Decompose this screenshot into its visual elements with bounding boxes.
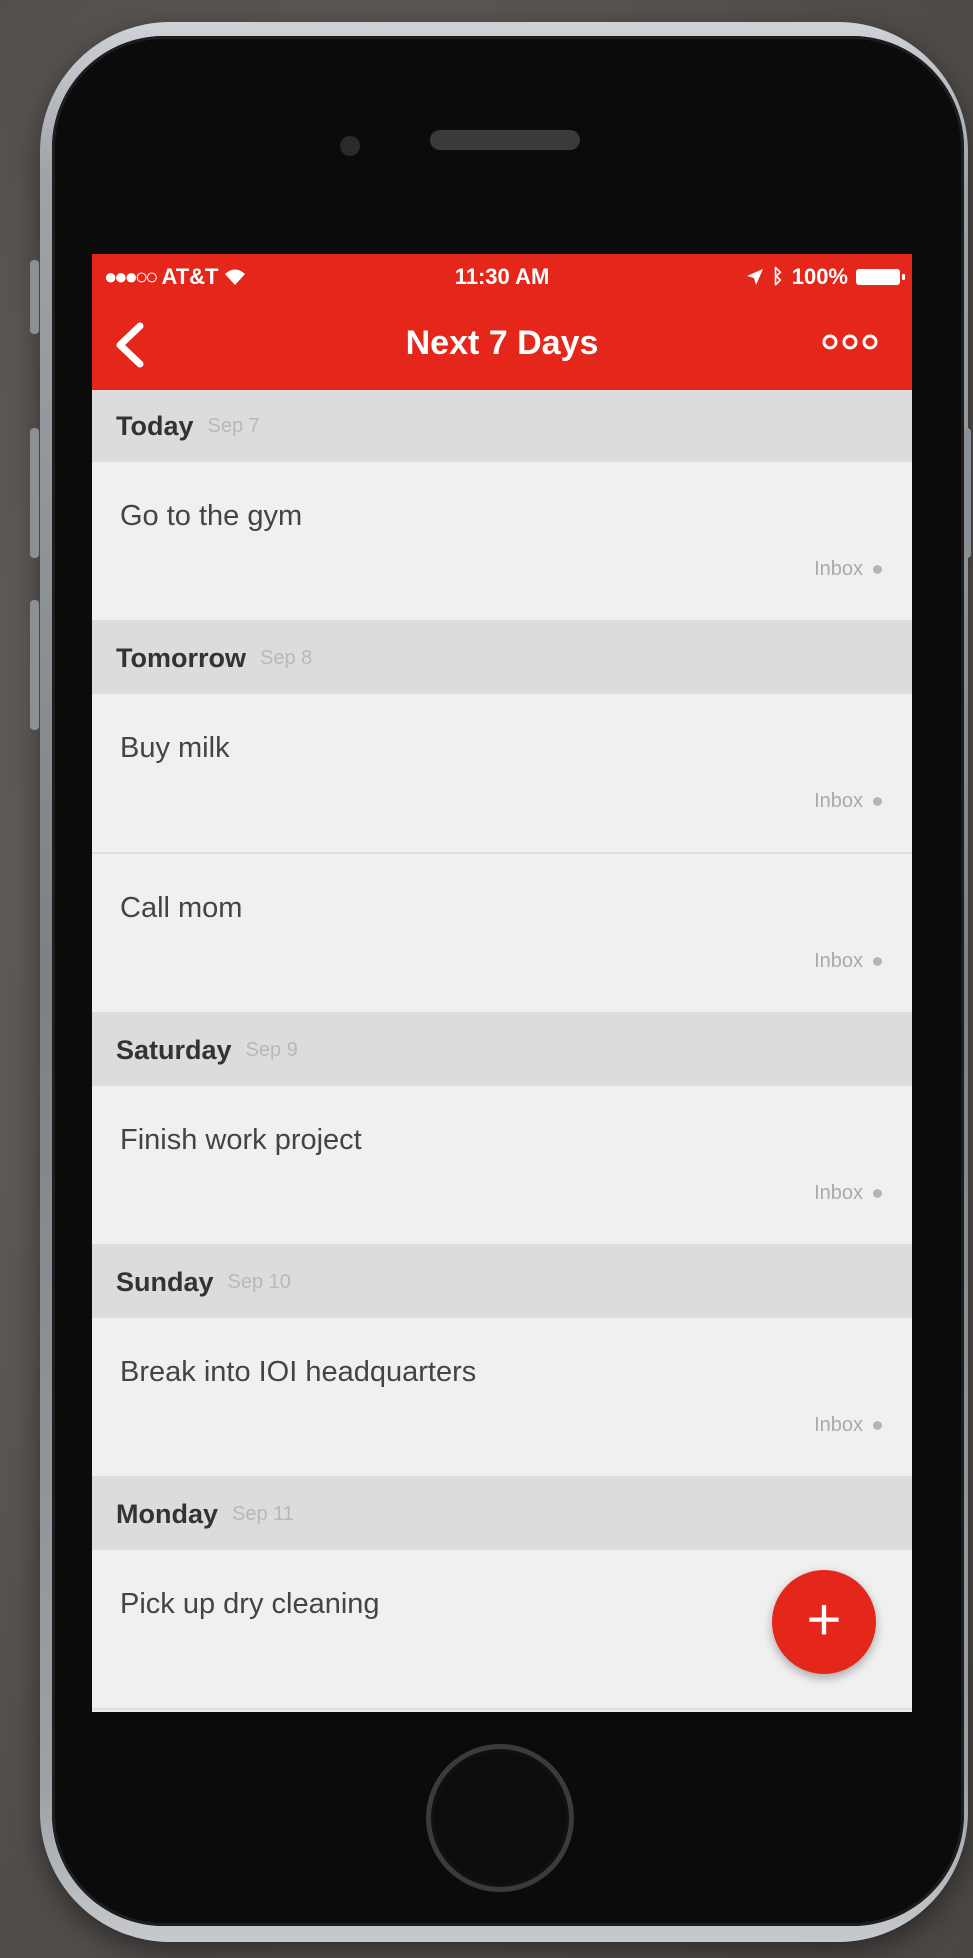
project-color-dot (873, 797, 882, 806)
task-title: Go to the gym (120, 500, 303, 532)
task-project: Inbox (814, 1414, 882, 1437)
section-header-tomorrow: Tomorrow Sep 8 (92, 622, 912, 694)
section-name: Today (116, 410, 194, 441)
task-project: Inbox (814, 558, 882, 581)
project-color-dot (873, 957, 882, 966)
section-name: Monday (116, 1498, 219, 1529)
task-project: Inbox (814, 1182, 882, 1205)
more-dots-icon (822, 334, 878, 350)
home-button[interactable] (426, 1744, 574, 1892)
volume-down-button (30, 600, 39, 730)
task-title: Buy milk (120, 732, 230, 764)
project-label: Inbox (814, 790, 863, 812)
add-task-button[interactable]: + (772, 1570, 876, 1674)
battery-label: 100% (791, 264, 848, 289)
task-row[interactable]: Finish work project Inbox (92, 1086, 912, 1246)
project-label: Inbox (814, 950, 863, 972)
mute-switch (30, 260, 39, 334)
project-label: Inbox (814, 1414, 863, 1436)
task-list: Today Sep 7 Go to the gym Inbox Tomorrow… (92, 390, 912, 1710)
task-project: Inbox (814, 950, 882, 973)
nav-bar: Next 7 Days (92, 298, 912, 390)
volume-up-button (30, 428, 39, 558)
plus-icon: + (806, 1586, 842, 1653)
earpiece-speaker (430, 130, 580, 150)
page-title: Next 7 Days (405, 324, 599, 362)
section-date: Sep 8 (260, 646, 313, 669)
more-options-button[interactable] (820, 328, 884, 358)
task-project: Inbox (814, 790, 882, 813)
section-name: Sunday (116, 1266, 214, 1297)
status-bar: ●●●○○ AT&T 11:30 AM ᛒ 100% (92, 254, 912, 298)
section-name: Tomorrow (116, 642, 246, 673)
task-title: Finish work project (120, 1124, 362, 1156)
section-header-sunday: Sunday Sep 10 (92, 1246, 912, 1318)
task-row[interactable]: Go to the gym Inbox (92, 462, 912, 622)
section-name: Saturday (116, 1034, 232, 1065)
bluetooth-icon: ᛒ (771, 265, 784, 288)
section-date: Sep 10 (227, 1270, 291, 1293)
section-date: Sep 11 (232, 1502, 294, 1525)
section-header-today: Today Sep 7 (92, 390, 912, 462)
section-header-saturday: Saturday Sep 9 (92, 1014, 912, 1086)
project-label: Inbox (814, 558, 863, 580)
project-label: Inbox (814, 1182, 863, 1204)
front-camera (340, 136, 360, 156)
location-arrow-icon (746, 269, 763, 285)
battery-icon (856, 269, 905, 285)
task-title: Call mom (120, 892, 243, 924)
task-row[interactable]: Buy milk Inbox (92, 694, 912, 854)
task-title: Pick up dry cleaning (120, 1588, 380, 1620)
status-right: ᛒ 100% (746, 264, 905, 290)
section-header-monday: Monday Sep 11 (92, 1478, 912, 1550)
project-color-dot (873, 1189, 882, 1198)
task-row[interactable]: Call mom Inbox (92, 854, 912, 1014)
task-title: Break into IOI headquarters (120, 1356, 477, 1388)
app-screen: ●●●○○ AT&T 11:30 AM ᛒ 100% Next 7 Days T… (92, 254, 912, 1712)
section-date: Sep 9 (245, 1038, 298, 1061)
section-date: Sep 7 (207, 414, 260, 437)
project-color-dot (873, 565, 882, 574)
task-row[interactable]: Break into IOI headquarters Inbox (92, 1318, 912, 1478)
project-color-dot (873, 1421, 882, 1430)
